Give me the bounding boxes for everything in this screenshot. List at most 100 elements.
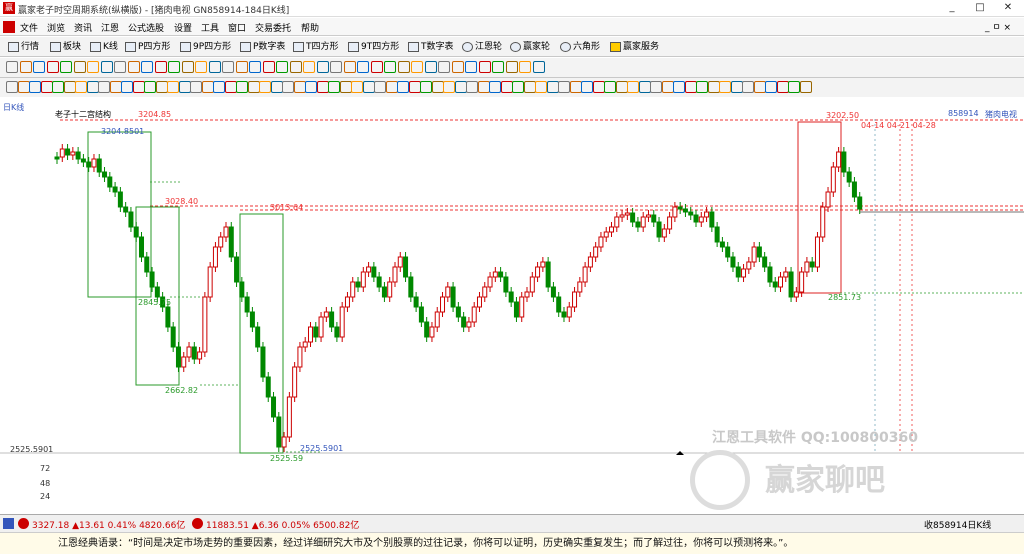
tool-icon[interactable]	[788, 81, 800, 93]
tool-hexagon[interactable]: 六角形	[560, 40, 600, 54]
tool-icon[interactable]	[73, 61, 86, 73]
tool-icon[interactable]	[270, 81, 283, 93]
tool-9p-square[interactable]: 9P四方形	[180, 40, 231, 54]
menu-tools[interactable]: 工具	[201, 21, 219, 34]
tool-service[interactable]: 赢家服务	[610, 40, 659, 54]
tool-icon[interactable]	[155, 81, 168, 93]
tool-icon[interactable]	[127, 61, 140, 73]
tool-icon[interactable]	[249, 61, 261, 73]
menu-browse[interactable]: 浏览	[47, 21, 65, 34]
tool-icon[interactable]	[40, 81, 53, 93]
tool-icon[interactable]	[411, 61, 423, 73]
tool-icon[interactable]	[512, 81, 524, 93]
tool-icon[interactable]	[303, 61, 315, 73]
tool-icon[interactable]	[592, 81, 605, 93]
maximize-button[interactable]: □	[966, 0, 994, 17]
tool-winner-wheel[interactable]: 赢家轮	[510, 40, 550, 54]
tool-icon[interactable]	[33, 61, 45, 73]
tool-icon[interactable]	[362, 81, 375, 93]
tool-icon[interactable]	[6, 61, 18, 73]
tool-icon[interactable]	[661, 81, 674, 93]
tool-icon[interactable]	[343, 61, 356, 73]
tool-icon[interactable]	[63, 81, 76, 93]
tool-icon[interactable]	[247, 81, 260, 93]
tool-icon[interactable]	[443, 81, 455, 93]
menu-formula[interactable]: 公式选股	[128, 21, 164, 34]
tool-icon[interactable]	[289, 61, 302, 73]
tool-icon[interactable]	[236, 81, 248, 93]
tool-icon[interactable]	[420, 81, 432, 93]
tool-icon[interactable]	[489, 81, 501, 93]
tool-quote[interactable]: 行情	[8, 40, 39, 54]
tool-icon[interactable]	[546, 81, 559, 93]
tool-icon[interactable]	[114, 61, 126, 73]
sz-index[interactable]: 11883.51 ▲6.36 0.05% 6500.82亿	[206, 518, 359, 531]
tool-icon[interactable]	[465, 61, 477, 73]
tool-icon[interactable]	[316, 81, 329, 93]
tool-icon[interactable]	[357, 61, 369, 73]
tool-icon[interactable]	[684, 81, 697, 93]
tool-icon[interactable]	[6, 81, 18, 93]
tool-icon[interactable]	[397, 81, 409, 93]
tool-icon[interactable]	[424, 61, 437, 73]
tool-icon[interactable]	[397, 61, 410, 73]
tool-t-table[interactable]: T数字表	[408, 40, 454, 54]
tool-icon[interactable]	[451, 61, 464, 73]
tool-icon[interactable]	[87, 61, 99, 73]
tool-icon[interactable]	[478, 61, 491, 73]
tool-icon[interactable]	[466, 81, 478, 93]
tool-icon[interactable]	[505, 61, 518, 73]
tool-icon[interactable]	[208, 61, 221, 73]
tool-icon[interactable]	[477, 81, 490, 93]
tool-icon[interactable]	[60, 61, 72, 73]
tool-icon[interactable]	[558, 81, 570, 93]
tool-icon[interactable]	[696, 81, 708, 93]
tool-icon[interactable]	[293, 81, 306, 93]
menu-gann[interactable]: 江恩	[101, 21, 119, 34]
tool-icon[interactable]	[154, 61, 167, 73]
tool-icon[interactable]	[190, 81, 202, 93]
tool-icon[interactable]	[235, 61, 248, 73]
menu-window[interactable]: 窗口	[228, 21, 246, 34]
tool-9t-square[interactable]: 9T四方形	[348, 40, 399, 54]
tool-icon[interactable]	[384, 61, 396, 73]
close-button[interactable]: ✕	[994, 0, 1022, 17]
menu-help[interactable]: 帮助	[301, 21, 319, 34]
tool-icon[interactable]	[98, 81, 110, 93]
tool-icon[interactable]	[109, 81, 122, 93]
tool-icon[interactable]	[316, 61, 329, 73]
tool-icon[interactable]	[523, 81, 536, 93]
tool-kline[interactable]: K线	[90, 40, 118, 54]
tool-gann-wheel[interactable]: 江恩轮	[462, 40, 502, 54]
tool-icon[interactable]	[339, 81, 352, 93]
tool-icon[interactable]	[776, 81, 789, 93]
tool-icon[interactable]	[581, 81, 593, 93]
menu-info[interactable]: 资讯	[74, 21, 92, 34]
tool-icon[interactable]	[276, 61, 288, 73]
tool-icon[interactable]	[46, 61, 59, 73]
tool-icon[interactable]	[351, 81, 363, 93]
tool-icon[interactable]	[615, 81, 628, 93]
tool-icon[interactable]	[673, 81, 685, 93]
tool-icon[interactable]	[195, 61, 207, 73]
tool-icon[interactable]	[408, 81, 421, 93]
tool-icon[interactable]	[385, 81, 398, 93]
tool-icon[interactable]	[100, 61, 113, 73]
tool-icon[interactable]	[328, 81, 340, 93]
menu-trade[interactable]: 交易委托	[255, 21, 291, 34]
tool-icon[interactable]	[604, 81, 616, 93]
tool-icon[interactable]	[222, 61, 234, 73]
tool-icon[interactable]	[121, 81, 133, 93]
tool-p-table[interactable]: P数字表	[240, 40, 285, 54]
grid-icon[interactable]	[3, 518, 14, 529]
tool-icon[interactable]	[438, 61, 450, 73]
tool-icon[interactable]	[431, 81, 444, 93]
tool-icon[interactable]	[168, 61, 180, 73]
tool-icon[interactable]	[132, 81, 145, 93]
tool-icon[interactable]	[454, 81, 467, 93]
tool-icon[interactable]	[742, 81, 754, 93]
tool-icon[interactable]	[730, 81, 743, 93]
tool-icon[interactable]	[638, 81, 651, 93]
tool-icon[interactable]	[707, 81, 720, 93]
menu-file[interactable]: 文件	[20, 21, 38, 34]
